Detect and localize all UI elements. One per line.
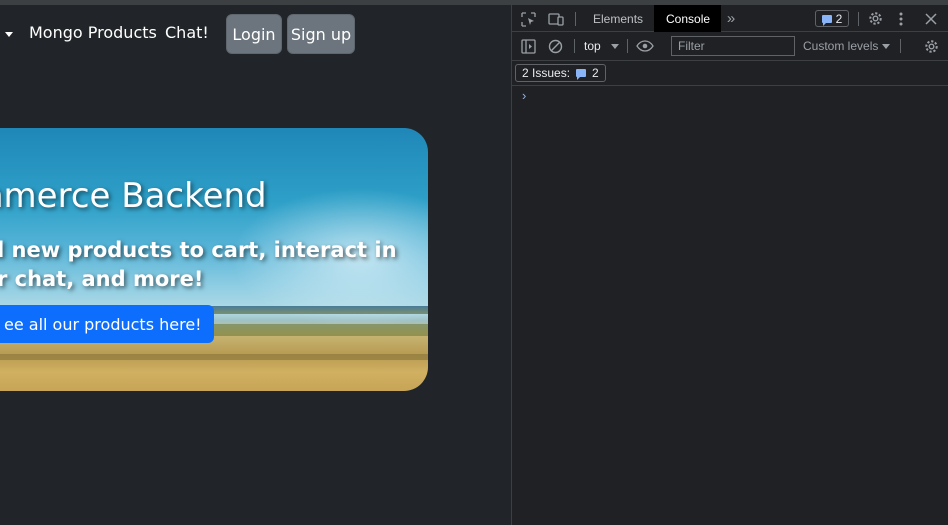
hero-field-band-2 — [0, 354, 428, 360]
hero-banner: nmerce Backend ld new products to cart, … — [0, 128, 428, 391]
tab-elements[interactable]: Elements — [581, 5, 655, 32]
login-button[interactable]: Login — [226, 14, 282, 54]
console-output[interactable]: › — [512, 86, 948, 525]
log-levels-dropdown[interactable]: Custom levels — [803, 39, 891, 53]
issues-chip-count: 2 — [592, 66, 599, 80]
issues-chip-label: 2 Issues: — [522, 66, 571, 80]
tab-separator — [858, 12, 859, 26]
web-page: Mongo Products Chat! Login Sign up nmerc… — [0, 5, 511, 525]
clear-console-icon[interactable] — [547, 38, 563, 54]
tab-console[interactable]: Console — [654, 5, 721, 32]
nav-link-mongo-products[interactable]: Mongo Products — [29, 23, 157, 42]
issue-message-icon — [576, 69, 587, 80]
console-filter-input[interactable] — [671, 36, 795, 56]
console-prompt-chevron-icon: › — [522, 88, 527, 103]
console-settings-gear-icon[interactable] — [923, 38, 940, 55]
context-selector-value: top — [584, 39, 601, 53]
inspect-element-icon[interactable] — [520, 11, 536, 27]
issues-bar: 2 Issues: 2 — [512, 61, 948, 86]
console-toolbar: top Custom levels — [512, 32, 948, 61]
signup-button[interactable]: Sign up — [287, 14, 355, 54]
live-expression-eye-icon[interactable] — [636, 38, 654, 54]
log-levels-label: Custom levels — [803, 39, 879, 53]
issues-chip[interactable]: 2 Issues: 2 — [515, 64, 606, 82]
hero-subtitle: ld new products to cart, interact in ur … — [0, 238, 397, 291]
device-toolbar-icon[interactable] — [547, 11, 565, 27]
message-icon — [821, 14, 832, 26]
log-levels-caret-icon — [882, 43, 891, 49]
close-devtools-icon[interactable] — [923, 11, 939, 27]
devtools-tab-bar: Elements Console » 2 — [512, 5, 948, 32]
more-options-kebab-icon[interactable] — [895, 10, 907, 27]
show-sidebar-icon[interactable] — [520, 38, 536, 54]
devtools-panel: Elements Console » 2 top Filter Custom l… — [512, 5, 948, 525]
toolbar-separator — [574, 39, 575, 53]
nav-link-chat[interactable]: Chat! — [165, 23, 209, 42]
toolbar-separator — [900, 39, 901, 53]
see-products-button[interactable]: ee all our products here! — [0, 305, 214, 343]
dropdown-caret-icon[interactable] — [5, 32, 13, 37]
toolbar-separator — [627, 39, 628, 53]
issues-counter-value: 2 — [835, 11, 843, 26]
tab-separator — [575, 12, 576, 26]
more-tabs-chevron-icon[interactable]: » — [723, 10, 739, 27]
navbar: Mongo Products Chat! Login Sign up — [0, 5, 511, 63]
settings-gear-icon[interactable] — [867, 10, 884, 27]
context-selector[interactable]: top — [584, 39, 619, 53]
issues-counter-badge[interactable]: 2 — [815, 10, 849, 27]
context-caret-icon — [610, 43, 619, 49]
hero-title: nmerce Backend — [0, 176, 267, 216]
